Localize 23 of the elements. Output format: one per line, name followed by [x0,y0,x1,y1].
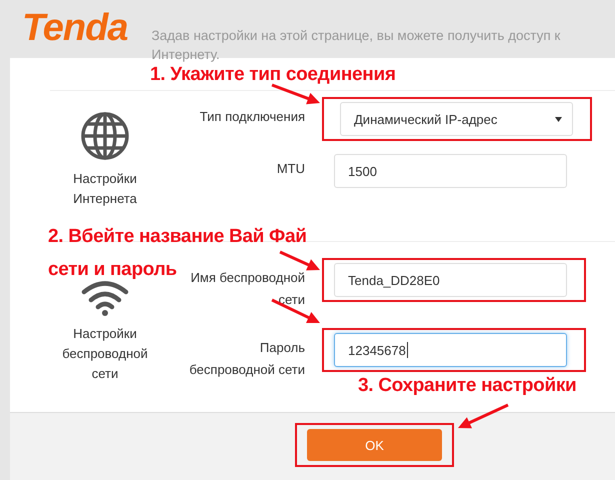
input-field[interactable]: 12345678 [334,333,567,367]
input-field[interactable]: Tenda_DD28E0 [334,263,567,297]
field-label: Тип подключения [198,108,305,126]
dropdown-caret-icon [555,116,562,122]
annotation-arrow [458,404,509,428]
annotation-arrow [271,84,320,104]
globe-icon [80,111,130,161]
annotation-arrow [271,298,320,324]
annotation-arrow [279,250,320,270]
field-label: MTU [276,160,305,178]
connection-type-dropdown[interactable]: Динамический IP-адрес [340,102,573,136]
annotation-text: 3. Сохраните настройки [358,374,576,398]
section-title: Настройки беспроводной сети [61,325,149,383]
input-field[interactable]: 1500 [334,154,567,188]
logo: Tenda [22,8,128,48]
wifi-icon [81,280,129,316]
field-label: Пароль беспроводной сети [188,339,305,379]
section-title: Настройки Интернета [72,170,138,208]
page-subtitle: Задав настройки на этой странице, вы можете получить доступ к Интернету. [152,27,562,64]
annotation-text: сети и пароль [48,258,177,282]
field-label: Имя беспроводной сети [190,269,305,309]
annotation-text: 1. Укажите тип соединения [150,63,396,87]
annotation-text: 2. Вбейте название Вай Фай [48,225,307,249]
